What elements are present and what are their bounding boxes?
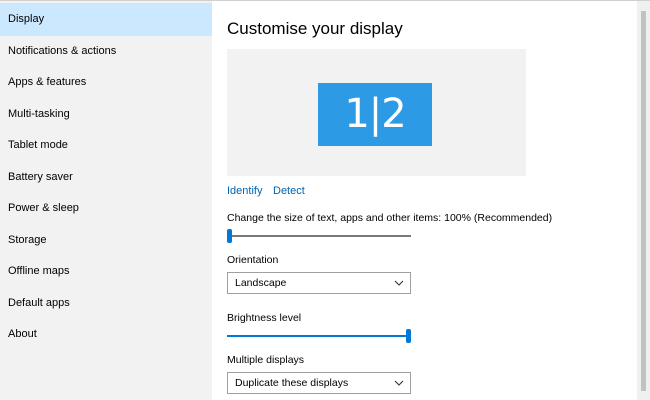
sidebar-item-display[interactable]: Display [0, 3, 212, 36]
sidebar-item-notifications[interactable]: Notifications & actions [0, 35, 212, 68]
multiple-displays-label: Multiple displays [227, 354, 305, 366]
orientation-value: Landscape [235, 277, 287, 289]
sidebar-item-apps-features[interactable]: Apps & features [0, 66, 212, 99]
sidebar-item-tablet-mode[interactable]: Tablet mode [0, 129, 212, 162]
chevron-down-icon [394, 280, 404, 286]
settings-sidebar: Display Notifications & actions Apps & f… [0, 1, 212, 400]
brightness-slider-thumb[interactable] [406, 329, 411, 343]
brightness-slider-track[interactable] [227, 335, 411, 337]
sidebar-item-about[interactable]: About [0, 318, 212, 351]
sidebar-item-default-apps[interactable]: Default apps [0, 287, 212, 320]
orientation-dropdown[interactable]: Landscape [227, 272, 411, 294]
sidebar-item-multitasking[interactable]: Multi-tasking [0, 98, 212, 131]
detect-link[interactable]: Detect [273, 185, 305, 197]
multiple-displays-dropdown[interactable]: Duplicate these displays [227, 372, 411, 394]
sidebar-item-power-sleep[interactable]: Power & sleep [0, 192, 212, 225]
display-arrangement-area: 1|2 [227, 49, 526, 176]
identify-link[interactable]: Identify [227, 185, 262, 197]
page-title: Customise your display [227, 19, 403, 38]
brightness-slider-fill [227, 335, 408, 337]
sidebar-item-battery-saver[interactable]: Battery saver [0, 161, 212, 194]
scale-label: Change the size of text, apps and other … [227, 212, 553, 224]
orientation-label: Orientation [227, 254, 279, 266]
display-settings-pane: Customise your display 1|2 Identify Dete… [212, 1, 637, 400]
brightness-label: Brightness level [227, 312, 302, 324]
scale-slider-track[interactable] [227, 235, 411, 237]
vertical-scrollbar[interactable] [637, 1, 650, 400]
sidebar-item-storage[interactable]: Storage [0, 224, 212, 257]
multiple-displays-value: Duplicate these displays [235, 377, 349, 389]
monitor-tile[interactable]: 1|2 [318, 83, 432, 146]
scale-slider-thumb[interactable] [227, 229, 232, 243]
sidebar-item-offline-maps[interactable]: Offline maps [0, 255, 212, 288]
chevron-down-icon [394, 380, 404, 386]
scrollbar-thumb[interactable] [641, 11, 646, 391]
